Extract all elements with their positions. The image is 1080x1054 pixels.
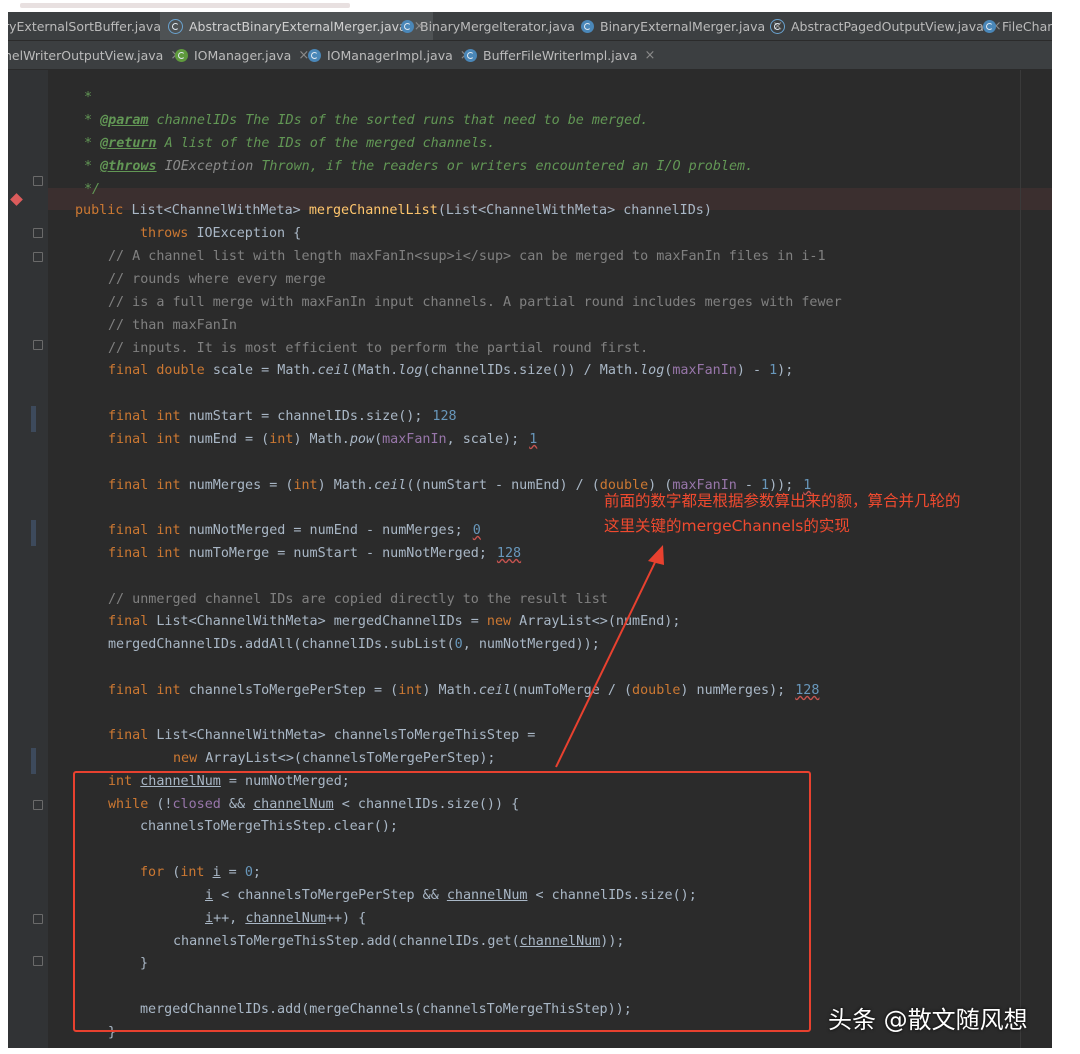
tab-label: FileChann (1002, 18, 1052, 34)
code-line: throws IOException { (140, 226, 302, 241)
inline-value-hint: 128 (496, 546, 522, 561)
code-line: final int numEnd = (int) Math.pow(maxFan… (108, 432, 538, 447)
tab-label: BinaryMergeIterator.java (420, 18, 575, 34)
code-comment: // is a full merge with maxFanIn input c… (108, 295, 842, 310)
code-line: * (84, 90, 93, 105)
inline-value-hint: 128 (795, 683, 820, 698)
class-icon (983, 19, 996, 33)
code-line: final int channelsToMergePerStep = (int)… (108, 683, 820, 698)
inline-value-hint: 128 (432, 409, 457, 424)
tab-binary-merge-iterator[interactable]: BinaryMergeIterator.java× (401, 12, 593, 40)
tab-io-manager-impl[interactable]: IOManagerImpl.java× (308, 41, 471, 69)
top-strip (0, 0, 1080, 12)
tab-label: AbstractBinaryExternalMerger.java (189, 18, 407, 34)
tab-label: IOManagerImpl.java (327, 47, 453, 63)
class-icon (464, 48, 477, 62)
blurred-title (20, 3, 350, 8)
code-line: final List<ChannelWithMeta> channelsToMe… (108, 728, 536, 743)
code-comment: // inputs. It is most efficient to perfo… (108, 341, 649, 356)
interface-icon (175, 48, 188, 62)
tab-label: ryExternalSortBuffer.java (8, 18, 161, 34)
tab-label: AbstractPagedOutputView.java (791, 18, 984, 34)
code-comment: // than maxFanIn (108, 318, 237, 333)
code-line: final int numToMerge = numStart - numNot… (108, 546, 522, 561)
watermark: 头条 @散文随风想 (828, 1006, 1028, 1034)
abstract-class-icon (168, 18, 183, 34)
highlight-box (73, 771, 811, 1032)
code-line: final int numStart = channelIDs.size(); 1… (108, 409, 457, 424)
code-line: * @param channelIDs The IDs of the sorte… (84, 113, 649, 128)
tab-io-manager[interactable]: IOManager.java × (175, 41, 309, 69)
tab-file-channel[interactable]: FileChann (983, 12, 1052, 40)
annotation-line-1: 前面的数字都是根据参数算出来的额，算合并几轮的 (604, 492, 961, 510)
code-line: new ArrayList<>(channelsToMergePerStep); (173, 751, 496, 766)
tab-binary-external-merger[interactable]: BinaryExternalMerger.java × (581, 12, 783, 40)
code-line: final List<ChannelWithMeta> mergedChanne… (108, 614, 681, 629)
tab-label: BinaryExternalMerger.java (600, 18, 766, 34)
code-line: */ (84, 182, 101, 197)
tab-abstract-paged-output-view[interactable]: AbstractPagedOutputView.java × (770, 12, 1002, 40)
code-line: final int numNotMerged = numEnd - numMer… (108, 523, 481, 538)
inline-value-hint: 1 (529, 432, 538, 447)
code-line: * @throws IOException Thrown, if the rea… (84, 159, 754, 174)
class-icon (401, 19, 414, 33)
editor-tabs-row-2: nelWriterOutputView.java× IOManager.java… (8, 41, 1052, 70)
code-line: * @return A list of the IDs of the merge… (84, 136, 496, 151)
code-comment: // A channel list with length maxFanIn<s… (108, 249, 826, 264)
close-icon[interactable]: × (644, 48, 655, 63)
abstract-class-icon (770, 18, 785, 34)
code-line: final double scale = Math.ceil(Math.log(… (108, 363, 794, 378)
tab-label: nelWriterOutputView.java (8, 47, 164, 63)
tab-label: IOManager.java (194, 47, 292, 63)
class-icon (308, 48, 321, 62)
inline-value-hint: 0 (472, 523, 481, 538)
tab-label: BufferFileWriterImpl.java (483, 47, 638, 63)
class-icon (581, 19, 594, 33)
annotation-line-2: 这里关键的mergeChannels的实现 (604, 517, 850, 535)
tab-external-sort-buffer[interactable]: ryExternalSortBuffer.java× (8, 12, 179, 40)
code-line-signature: public List<ChannelWithMeta> mergeChanne… (75, 203, 712, 218)
code-line: mergedChannelIDs.addAll(channelIDs.subLi… (108, 637, 600, 652)
tab-buffer-file-writer-impl[interactable]: BufferFileWriterImpl.java × (464, 41, 655, 69)
editor-tabs-row-1: ryExternalSortBuffer.java× AbstractBinar… (8, 12, 1052, 41)
code-comment: // rounds where every merge (108, 272, 326, 287)
tab-channel-writer-output-view[interactable]: nelWriterOutputView.java× (8, 41, 181, 69)
tab-abstract-binary-external-merger[interactable]: AbstractBinaryExternalMerger.java × (160, 12, 433, 40)
code-comment: // unmerged channel IDs are copied direc… (108, 592, 608, 607)
